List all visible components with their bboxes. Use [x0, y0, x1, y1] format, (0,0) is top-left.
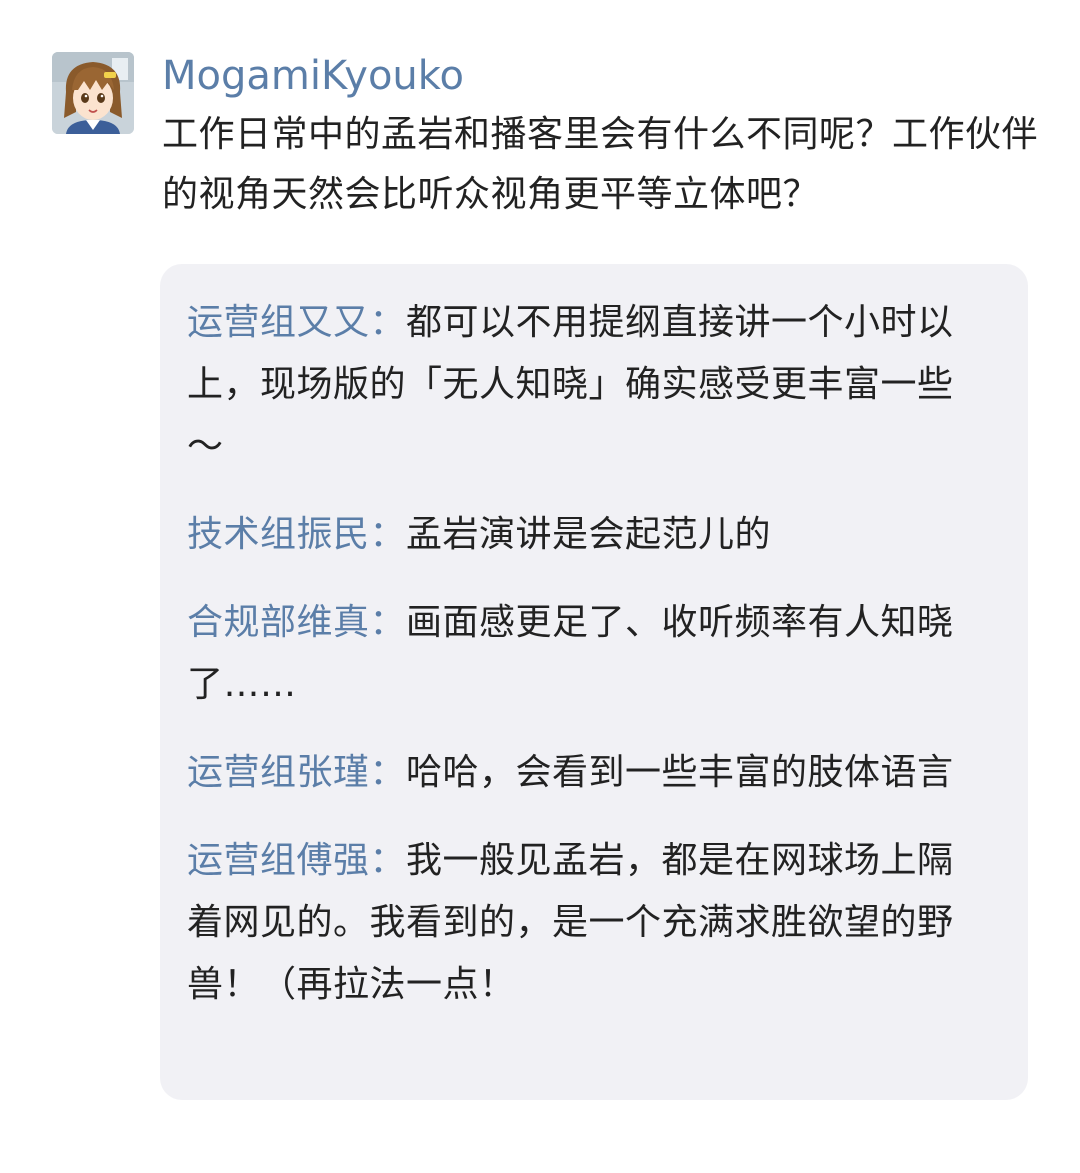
comment-text: 工作日常中的孟岩和播客里会有什么不同呢？工作伙伴的视角天然会比听众视角更平等立体…: [162, 114, 1039, 215]
anime-girl-avatar-icon: [52, 52, 134, 134]
reply-item: 运营组又又：都可以不用提纲直接讲一个小时以上，现场版的「无人知晓」确实感受更丰富…: [187, 292, 964, 478]
reply-author: 合规部维真：: [187, 602, 407, 643]
reply-text: 孟岩演讲是会起范儿的: [406, 514, 772, 555]
reply-author: 技术组振民：: [187, 514, 407, 555]
reply-item: 运营组傅强：我一般见孟岩，都是在网球场上隔着网见的。我看到的，是一个充满求胜欲望…: [187, 830, 964, 1016]
comment-card: MogamiKyouko 工作日常中的孟岩和播客里会有什么不同呢？工作伙伴的视角…: [0, 0, 1080, 1173]
reply-item: 运营组张瑾：哈哈，会看到一些丰富的肢体语言: [187, 742, 964, 804]
reply-item: 技术组振民：孟岩演讲是会起范儿的: [187, 504, 964, 566]
reply-author: 运营组又又：: [187, 302, 407, 343]
reply-quote-box: 运营组又又：都可以不用提纲直接讲一个小时以上，现场版的「无人知晓」确实感受更丰富…: [160, 264, 1028, 1100]
reply-item: 合规部维真：画面感更足了、收听频率有人知晓了……: [187, 592, 964, 716]
reply-author: 运营组傅强：: [187, 840, 407, 881]
user-avatar[interactable]: [52, 52, 134, 134]
reply-text: 哈哈，会看到一些丰富的肢体语言: [406, 752, 954, 793]
username[interactable]: MogamiKyouko: [162, 50, 464, 102]
reply-author: 运营组张瑾：: [187, 752, 407, 793]
